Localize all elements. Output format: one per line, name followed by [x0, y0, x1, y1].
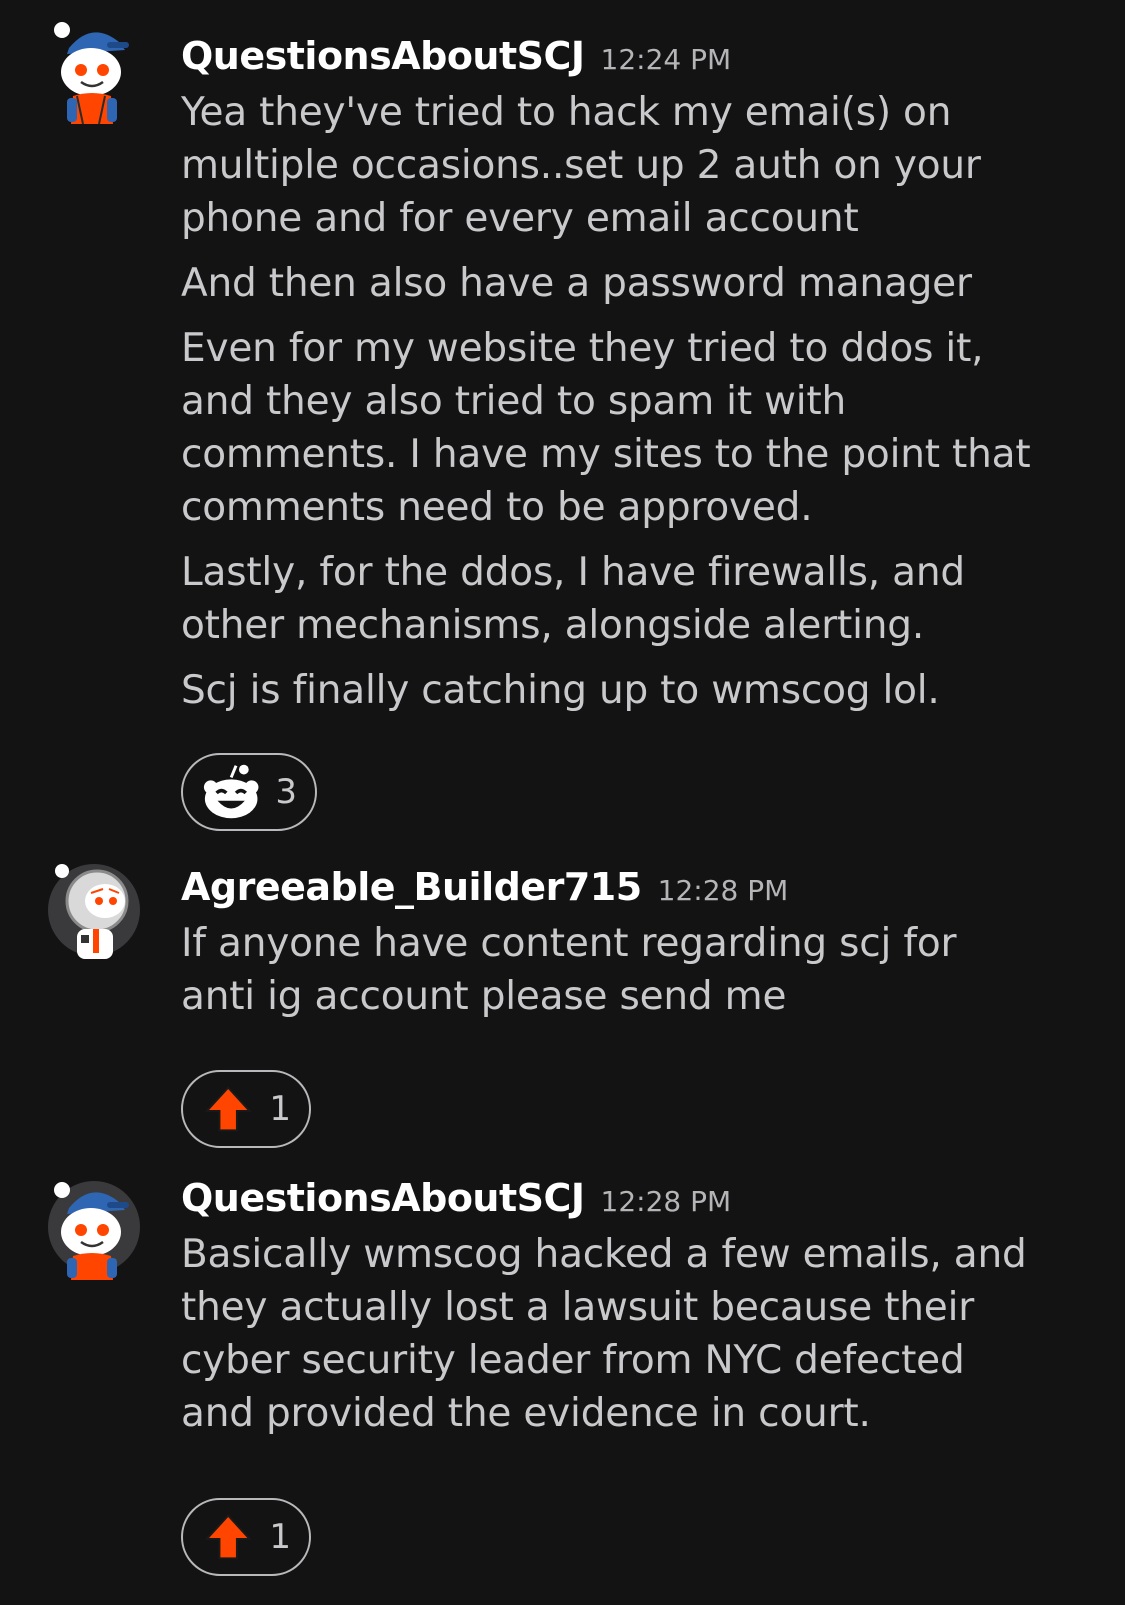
message-line: anti ig account please send me — [181, 974, 787, 1019]
avatar[interactable] — [47, 20, 141, 125]
message-line: Yea they've tried to hack my emai(s) on — [181, 90, 952, 135]
message-line: And then also have a password manager — [181, 261, 972, 306]
message-paragraph: Scj is finally catching up to wmscog lol… — [181, 664, 1081, 717]
timestamp: 12:28 PM — [600, 1185, 732, 1218]
avatar[interactable] — [47, 863, 141, 959]
snoo-blue-cap-avatar-icon — [48, 1181, 140, 1280]
username[interactable]: Agreeable_Builder715 — [181, 865, 642, 909]
message-line: Scj is finally catching up to wmscog lol… — [181, 668, 940, 713]
username[interactable]: QuestionsAboutSCJ — [181, 1176, 585, 1220]
reaction-pill[interactable]: 1 — [181, 1498, 311, 1576]
upvote-arrow-icon — [204, 1514, 252, 1560]
message-paragraph: If anyone have content regarding scj for… — [181, 917, 1081, 1023]
message-paragraph: Even for my website they tried to ddos i… — [181, 322, 1081, 534]
reaction-pill[interactable]: 1 — [181, 1070, 311, 1148]
message-line: Even for my website they tried to ddos i… — [181, 326, 984, 371]
avatar[interactable] — [47, 1180, 141, 1280]
message-line: Basically wmscog hacked a few emails, an… — [181, 1232, 1027, 1277]
message-line: comments need to be approved. — [181, 485, 813, 530]
reaction-pill[interactable]: 3 — [181, 753, 317, 831]
message-paragraph: Lastly, for the ddos, I have firewalls, … — [181, 546, 1081, 652]
message-paragraph: And then also have a password manager — [181, 257, 1081, 310]
reaction-count: 1 — [269, 1517, 291, 1557]
upvote-arrow-icon — [204, 1086, 252, 1132]
laughing-snoo-icon — [203, 764, 259, 819]
message-line: comments. I have my sites to the point t… — [181, 432, 1031, 477]
reaction-count: 1 — [269, 1089, 291, 1129]
message-line: other mechanisms, alongside alerting. — [181, 603, 925, 648]
message-line: cyber security leader from NYC defected — [181, 1338, 965, 1383]
message-line: they actually lost a lawsuit because the… — [181, 1285, 975, 1330]
message-paragraph: Basically wmscog hacked a few emails, an… — [181, 1228, 1081, 1440]
username[interactable]: QuestionsAboutSCJ — [181, 34, 585, 78]
message-line: phone and for every email account — [181, 196, 859, 241]
message-paragraph: Yea they've tried to hack my emai(s) on … — [181, 86, 1081, 245]
message-line: multiple occasions..set up 2 auth on you… — [181, 143, 981, 188]
message-line: Lastly, for the ddos, I have firewalls, … — [181, 550, 965, 595]
timestamp: 12:28 PM — [657, 874, 789, 907]
reaction-count: 3 — [275, 772, 297, 812]
snoo-blue-cap-avatar-icon — [54, 22, 129, 125]
snoo-astronaut-avatar-icon — [48, 864, 140, 959]
message-line: If anyone have content regarding scj for — [181, 921, 957, 966]
message-line: and provided the evidence in court. — [181, 1391, 871, 1436]
message-line: and they also tried to spam it with — [181, 379, 847, 424]
timestamp: 12:24 PM — [600, 43, 732, 76]
